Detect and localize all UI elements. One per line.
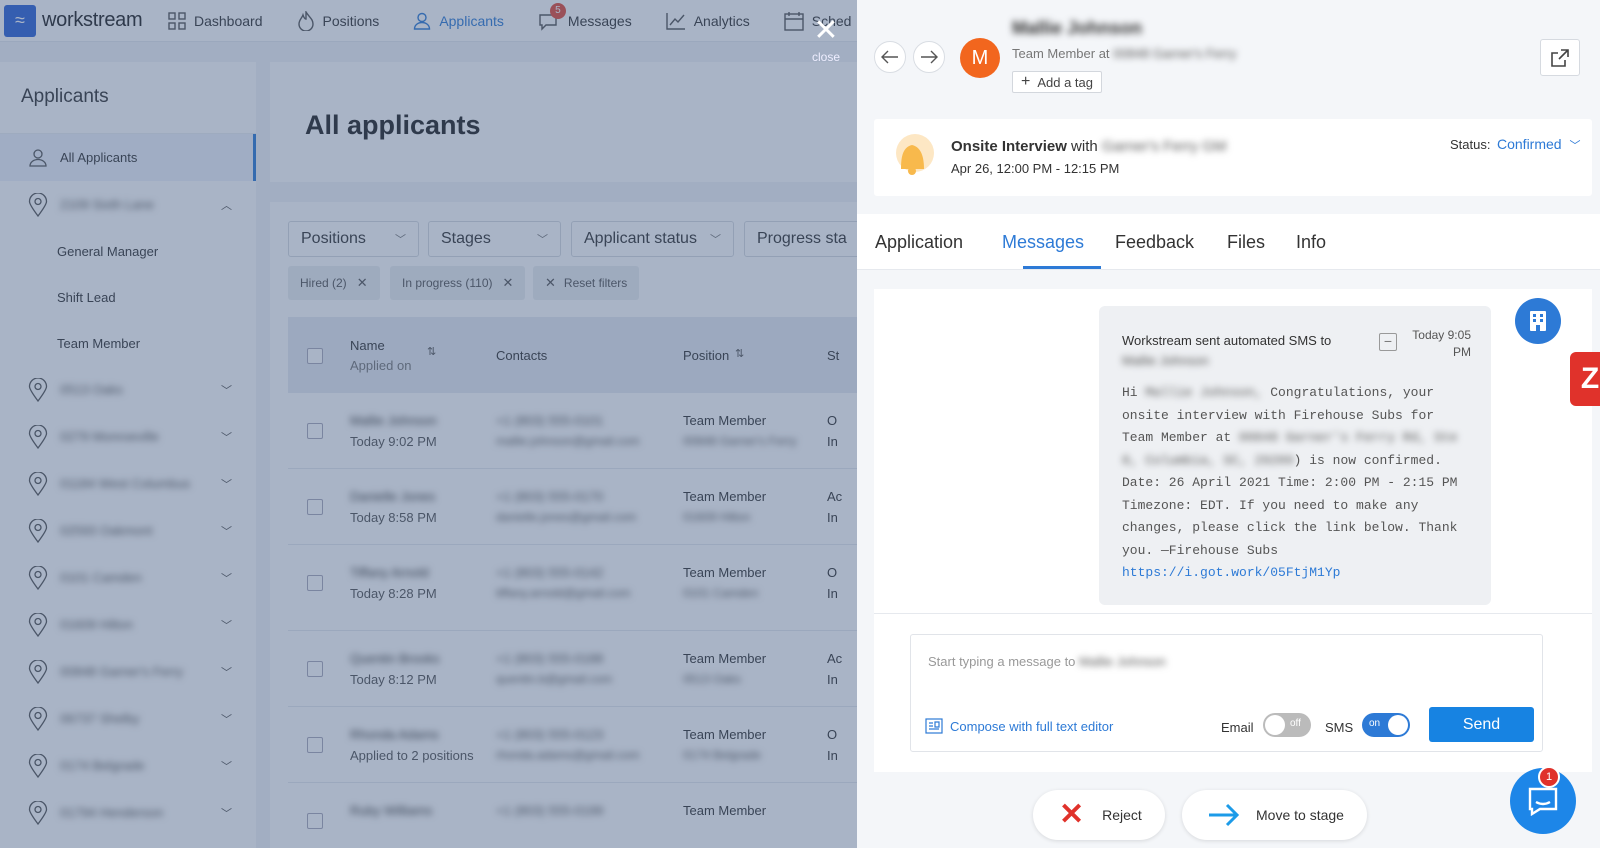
- next-applicant-button[interactable]: [913, 41, 945, 73]
- arrow-left-icon: [881, 50, 898, 64]
- zendesk-icon[interactable]: Z: [1570, 352, 1600, 406]
- body-text: Team Member at: [1122, 430, 1232, 445]
- composer-placeholder: Start typing a message to: [928, 654, 1076, 669]
- reject-button[interactable]: ✕ Reject: [1033, 790, 1165, 840]
- event-with: with: [1071, 138, 1098, 155]
- status-label: Status:: [1450, 137, 1491, 152]
- editor-icon: [925, 718, 943, 734]
- body-text: Hi: [1122, 385, 1138, 400]
- add-tag-button[interactable]: + Add a tag: [1012, 71, 1102, 93]
- message-input[interactable]: Start typing a message to Mallie Johnson: [928, 654, 1166, 669]
- event-interviewer: Garner's Ferry GM: [1101, 138, 1227, 155]
- tab-info[interactable]: Info: [1296, 232, 1326, 253]
- drawer-tabs: Application Messages Feedback Files Info: [857, 214, 1600, 270]
- message-time: Today 9:05 PM: [1399, 327, 1471, 361]
- status-dropdown[interactable]: Confirmed ﹀: [1497, 136, 1580, 153]
- add-tag-label: Add a tag: [1037, 74, 1093, 90]
- sms-label: SMS: [1325, 720, 1354, 735]
- body-text: Timezone: EDT. If you need to make any: [1122, 497, 1419, 513]
- tab-messages[interactable]: Messages: [1002, 232, 1084, 253]
- applicant-role: Team Member at 00848 Garner's Ferry: [1012, 46, 1236, 61]
- role-prefix: Team Member at: [1012, 46, 1110, 61]
- reject-x-icon: ✕: [1059, 798, 1085, 831]
- arrow-right-icon: [921, 50, 938, 64]
- event-type: Onsite Interview: [951, 138, 1067, 155]
- composer-placeholder-name: Mallie Johnson: [1079, 654, 1166, 669]
- status-value: Confirmed: [1497, 136, 1562, 152]
- drawer-header: M Mallie Johnson Team Member at 00848 Ga…: [857, 0, 1600, 110]
- sms-toggle[interactable]: on: [1362, 713, 1410, 737]
- event-title: Onsite Interview with Garner's Ferry GM: [951, 138, 1226, 155]
- sms-message-bubble: Workstream sent automated SMS to Mallie …: [1099, 306, 1491, 605]
- message-link[interactable]: https://i.got.work/05FtjM1Yp: [1122, 562, 1482, 585]
- tab-feedback[interactable]: Feedback: [1115, 232, 1194, 253]
- body-name: Mallie Johnson,: [1145, 385, 1263, 400]
- toggle-text: on: [1369, 718, 1381, 729]
- applicant-drawer: M Mallie Johnson Team Member at 00848 Ga…: [857, 0, 1600, 848]
- body-text: changes, please click the link below. Th…: [1122, 520, 1458, 535]
- body-text: you. —Firehouse Subs: [1122, 542, 1279, 558]
- reject-label: Reject: [1102, 807, 1142, 823]
- email-label: Email: [1221, 720, 1254, 735]
- message-body: Hi Mallie Johnson, Congratulations, your…: [1122, 382, 1482, 585]
- arrow-right-icon: [1209, 803, 1240, 827]
- event-time: Apr 26, 12:00 PM - 12:15 PM: [951, 161, 1120, 176]
- close-icon: ✕: [813, 14, 839, 47]
- chat-badge: 1: [1538, 766, 1560, 788]
- avatar: M: [960, 38, 1000, 78]
- body-text: Congratulations, your: [1262, 385, 1435, 400]
- email-toggle[interactable]: off: [1263, 713, 1311, 737]
- collapse-icon[interactable]: −: [1379, 333, 1397, 351]
- toggle-knob: [1388, 715, 1408, 735]
- open-external-button[interactable]: [1540, 39, 1580, 76]
- message-time-line2: PM: [1453, 345, 1471, 359]
- tab-files[interactable]: Files: [1227, 232, 1265, 253]
- applicant-name: Mallie Johnson: [1012, 18, 1143, 38]
- building-icon: [1515, 298, 1561, 344]
- send-button[interactable]: Send: [1429, 707, 1534, 742]
- body-address: 8, Columbia, SC, 29209: [1122, 452, 1294, 468]
- external-link-icon: [1551, 48, 1569, 67]
- editor-label: Compose with full text editor: [950, 718, 1114, 734]
- bell-icon: [896, 134, 934, 175]
- message-time-line1: Today 9:05: [1412, 328, 1471, 342]
- active-tab-indicator: [1023, 266, 1101, 269]
- body-address: 00848 Garner's Ferry Rd, Ste: [1239, 430, 1458, 445]
- toggle-text: off: [1290, 718, 1301, 729]
- full-editor-link[interactable]: Compose with full text editor: [925, 718, 1113, 734]
- body-text: onsite interview with Firehouse Subs for: [1122, 407, 1435, 423]
- message-header: Workstream sent automated SMS to: [1122, 333, 1332, 348]
- close-label: close: [811, 50, 840, 64]
- tab-application[interactable]: Application: [875, 232, 963, 253]
- prev-applicant-button[interactable]: [874, 41, 906, 73]
- chevron-down-icon: ﹀: [1569, 140, 1581, 152]
- body-text: Date: 26 April 2021 Time: 2:00 PM - 2:15…: [1122, 475, 1458, 490]
- move-label: Move to stage: [1256, 807, 1344, 823]
- plus-icon: +: [1021, 73, 1031, 90]
- chat-bubble-icon: [1528, 787, 1558, 816]
- close-drawer-button[interactable]: ✕ close: [809, 14, 843, 65]
- interview-card: Onsite Interview with Garner's Ferry GM …: [874, 119, 1592, 196]
- composer-area: Start typing a message to Mallie Johnson…: [874, 614, 1592, 772]
- move-to-stage-button[interactable]: Move to stage: [1182, 790, 1367, 840]
- message-thread[interactable]: Workstream sent automated SMS to Mallie …: [874, 289, 1592, 614]
- message-recipient: Mallie Johnson: [1122, 353, 1209, 368]
- body-text: ) is now confirmed.: [1293, 452, 1442, 468]
- message-composer[interactable]: Start typing a message to Mallie Johnson…: [910, 634, 1543, 752]
- toggle-knob: [1265, 715, 1285, 735]
- role-location: 00848 Garner's Ferry: [1113, 46, 1237, 61]
